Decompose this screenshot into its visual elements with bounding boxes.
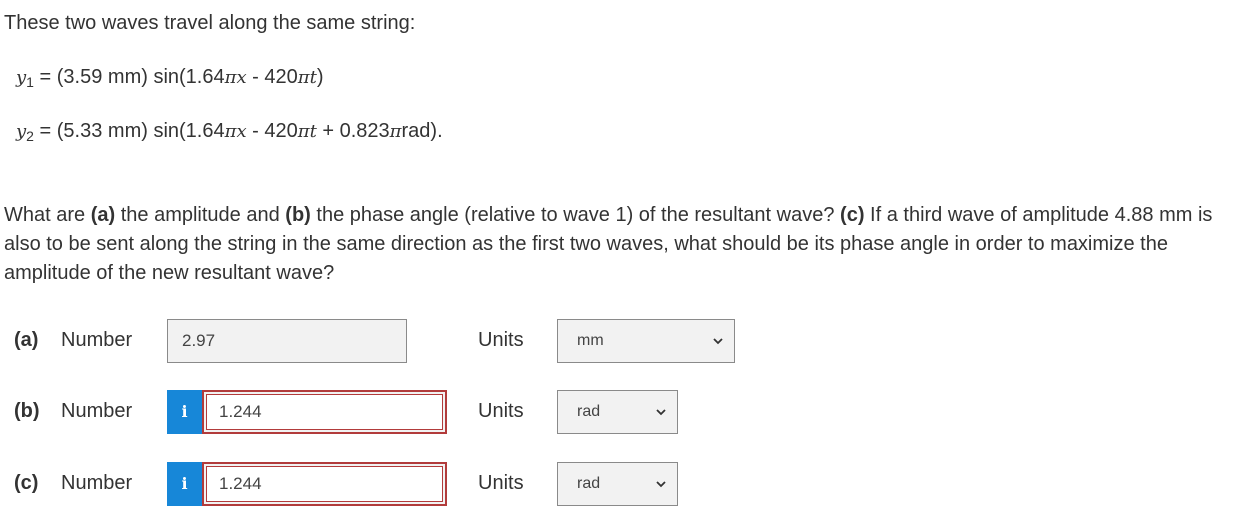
wave1-mid: - 420: [246, 66, 298, 88]
part-a-units-label: Units: [478, 329, 524, 351]
part-a-number-label: Number: [61, 329, 133, 351]
part-b-number-label: Number: [61, 400, 133, 422]
wave2-t: t: [309, 121, 317, 142]
part-c-number-label: Number: [61, 472, 133, 494]
part-a-number-input[interactable]: 2.97: [167, 319, 407, 363]
question-part-b: (b): [285, 204, 311, 226]
part-c-number-value: 1.244: [206, 466, 443, 502]
wave1-equation: y1 = (3.59 mm) sin(1.64πx - 420πt): [16, 66, 324, 90]
part-b-number-value: 1.244: [206, 394, 443, 430]
wave2-equation: y2 = (5.33 mm) sin(1.64πx - 420πt + 0.82…: [16, 120, 443, 144]
question-part-a: (a): [90, 204, 116, 226]
part-b-number-input[interactable]: 1.244: [202, 390, 447, 434]
wave1-pi-x: π: [224, 67, 237, 88]
part-b-units-select[interactable]: rad: [557, 390, 678, 434]
part-c-units-label: Units: [478, 472, 524, 494]
part-c-number-input[interactable]: 1.244: [202, 462, 447, 506]
wave1-pi-t: π: [297, 67, 310, 88]
question-p2: the amplitude and: [115, 204, 286, 226]
wave2-var: y: [16, 121, 27, 142]
wave1-post: ): [316, 66, 324, 88]
part-b-label: (b): [14, 400, 40, 422]
question-text: What are (a) the amplitude and (b) the p…: [4, 201, 1248, 288]
question-part-c: (c): [840, 204, 865, 226]
wave1-x: x: [236, 67, 247, 88]
wave1-pre: = (3.59 mm) sin(1.64: [33, 66, 225, 88]
part-a-label: (a): [14, 329, 39, 351]
part-c-label: (c): [14, 472, 39, 494]
part-c-units-value: rad: [577, 475, 601, 492]
wave2-mid2: + 0.823: [316, 120, 390, 142]
part-c-units-select[interactable]: rad: [557, 462, 678, 506]
wave2-pi-x: π: [224, 121, 237, 142]
chevron-down-icon: [713, 338, 723, 345]
info-icon[interactable]: i: [167, 390, 202, 434]
part-b-units-label: Units: [478, 400, 524, 422]
intro-text: These two waves travel along the same st…: [4, 12, 416, 34]
part-a-units-select[interactable]: mm: [557, 319, 735, 363]
question-p1: What are: [4, 204, 91, 226]
question-p3: the phase angle (relative to wave 1) of …: [310, 204, 841, 226]
chevron-down-icon: [656, 481, 666, 488]
chevron-down-icon: [656, 409, 666, 416]
wave2-post: rad).: [401, 120, 443, 142]
part-b-units-value: rad: [577, 403, 601, 420]
wave2-sub: 2: [26, 128, 34, 144]
wave2-pi-phase: π: [389, 121, 402, 142]
wave2-pi-t: π: [297, 121, 310, 142]
wave2-x: x: [236, 121, 247, 142]
wave1-sub: 1: [26, 74, 34, 90]
wave1-t: t: [309, 67, 317, 88]
info-icon[interactable]: i: [167, 462, 202, 506]
wave2-pre: = (5.33 mm) sin(1.64: [33, 120, 225, 142]
part-a-units-value: mm: [577, 332, 604, 349]
wave1-var: y: [16, 67, 27, 88]
wave2-mid: - 420: [246, 120, 298, 142]
